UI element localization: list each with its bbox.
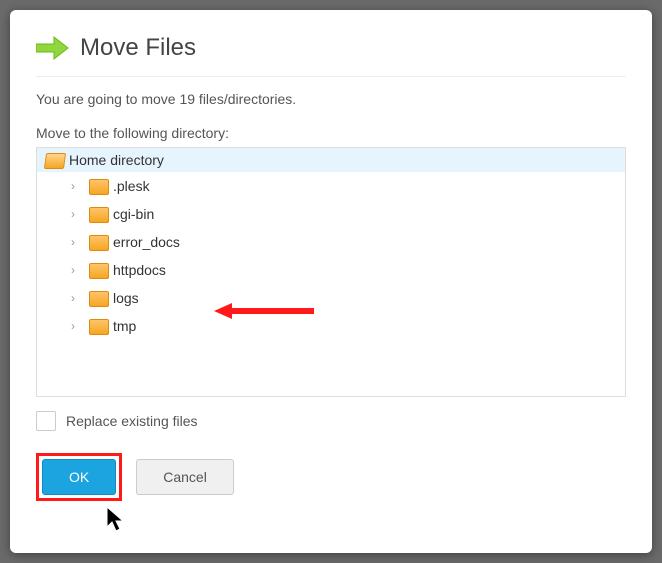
dialog-title: Move Files [80,34,196,62]
chevron-right-icon[interactable]: › [71,291,85,305]
tree-root-home[interactable]: Home directory [37,148,625,172]
move-files-dialog: Move Files You are going to move 19 file… [10,10,652,553]
folder-open-icon [45,153,63,167]
replace-option-row: Replace existing files [36,411,626,431]
tree-root-label: Home directory [69,152,164,168]
folder-icon [89,179,107,193]
tree-item-label: cgi-bin [113,206,154,222]
tree-item-cgi-bin[interactable]: › cgi-bin [71,200,625,228]
tree-item-logs[interactable]: › logs [71,284,625,312]
chevron-right-icon[interactable]: › [71,319,85,333]
annotation-cursor-icon [105,505,127,533]
folder-icon [89,235,107,249]
dialog-buttons: OK Cancel [36,453,626,501]
dialog-header: Move Files [36,34,626,77]
tree-item-label: httpdocs [113,262,166,278]
chevron-right-icon[interactable]: › [71,207,85,221]
tree-item-tmp[interactable]: › tmp [71,312,625,340]
dialog-message: You are going to move 19 files/directori… [36,91,626,107]
replace-checkbox-label[interactable]: Replace existing files [66,413,198,429]
folder-icon [89,319,107,333]
directory-tree: Home directory › .plesk › cgi-bin › erro… [36,147,626,397]
folder-icon [89,263,107,277]
folder-icon [89,291,107,305]
tree-item-label: logs [113,290,139,306]
tree-item-label: .plesk [113,178,150,194]
tree-item-plesk[interactable]: › .plesk [71,172,625,200]
cancel-button[interactable]: Cancel [136,459,234,495]
tree-item-httpdocs[interactable]: › httpdocs [71,256,625,284]
tree-item-error-docs[interactable]: › error_docs [71,228,625,256]
chevron-right-icon[interactable]: › [71,263,85,277]
replace-checkbox[interactable] [36,411,56,431]
dialog-subhead: Move to the following directory: [36,125,626,141]
chevron-right-icon[interactable]: › [71,179,85,193]
folder-icon [89,207,107,221]
tree-children: › .plesk › cgi-bin › error_docs › httpdo… [37,172,625,340]
move-arrow-icon [36,35,70,61]
ok-button[interactable]: OK [42,459,116,495]
annotation-highlight-box: OK [36,453,122,501]
tree-item-label: tmp [113,318,136,334]
tree-item-label: error_docs [113,234,180,250]
chevron-right-icon[interactable]: › [71,235,85,249]
